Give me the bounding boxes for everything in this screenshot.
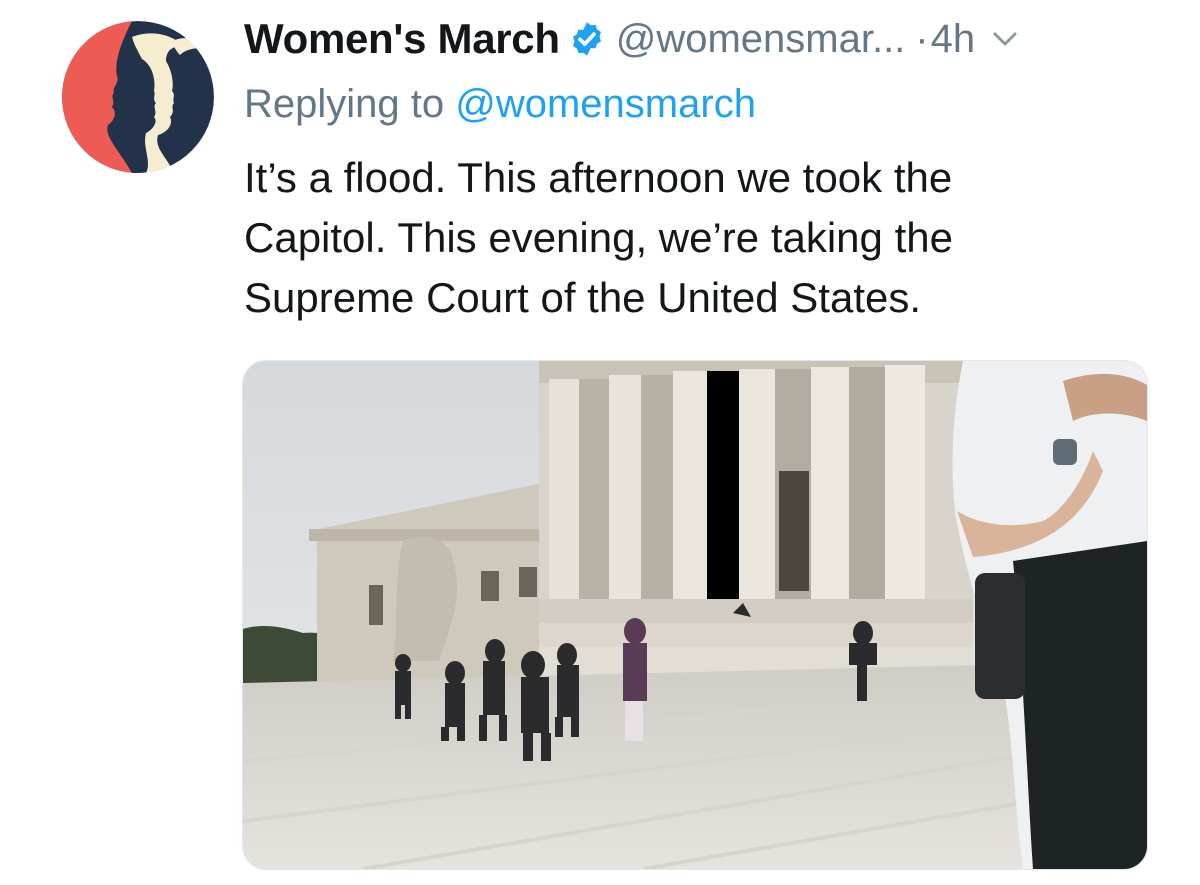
tweet-text: It’s a flood. This afternoon we took the… <box>244 154 953 321</box>
tweet-timestamp[interactable]: 4h <box>931 17 976 62</box>
video-thumbnail <box>243 361 1147 869</box>
reply-prefix: Replying to <box>244 82 445 126</box>
author-name[interactable]: Women's March <box>244 15 560 63</box>
verified-badge-icon <box>568 20 606 58</box>
separator-dot: · <box>915 16 929 61</box>
author-avatar[interactable] <box>62 21 214 173</box>
author-handle[interactable]: @womensmar... <box>616 17 906 62</box>
reply-context: Replying to @womensmarch <box>244 82 756 127</box>
womens-march-logo <box>62 21 214 173</box>
reply-mention-link[interactable]: @womensmarch <box>455 82 756 126</box>
chevron-down-icon[interactable] <box>987 21 1023 57</box>
tweet-video-media[interactable] <box>242 360 1148 870</box>
tweet-header: Women's March @womensmar... · 4h <box>244 12 1174 66</box>
